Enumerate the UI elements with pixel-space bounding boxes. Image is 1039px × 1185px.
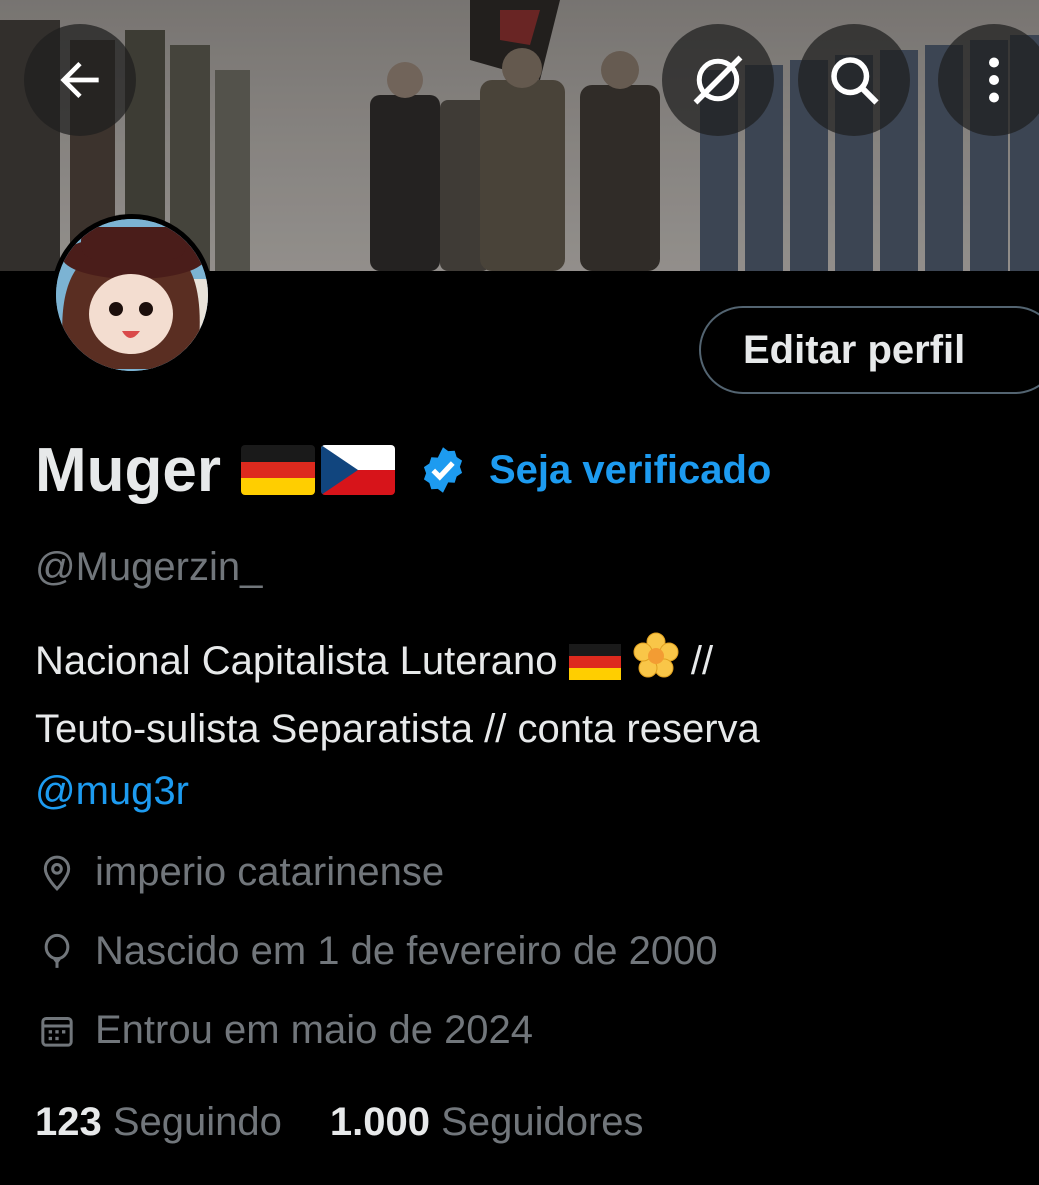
following-count: 123 [35, 1100, 102, 1144]
bio-line-1-text: Nacional Capitalista Luterano [35, 639, 558, 683]
location-pin-icon [35, 851, 79, 895]
search-icon [831, 57, 879, 105]
avatar[interactable] [51, 214, 213, 376]
bio-line-1-suffix: // [690, 639, 714, 683]
follow-stats: 123 Seguindo 1.000 Seguidores [35, 1100, 692, 1145]
joined-row: Entrou em maio de 2024 [35, 1008, 533, 1053]
profile-bio: Nacional Capitalista Luterano // Teuto-s… [35, 630, 1015, 822]
arrow-left-icon [60, 62, 99, 98]
more-vertical-icon [989, 57, 999, 103]
bio-mention-link[interactable]: @mug3r [35, 760, 1015, 822]
calendar-icon [35, 1009, 79, 1053]
followers-count: 1.000 [329, 1100, 431, 1144]
following-link[interactable]: 123 Seguindo [35, 1100, 282, 1145]
followers-link[interactable]: 1.000 Seguidores [330, 1100, 644, 1145]
edit-profile-label: Editar perfil [743, 327, 966, 372]
bio-line-1: Nacional Capitalista Luterano // [35, 630, 1015, 698]
back-button[interactable] [24, 24, 136, 136]
location-row: imperio catarinense [35, 850, 444, 895]
blossom-icon [632, 632, 680, 698]
bio-line-2: Teuto-sulista Separatista // conta reser… [35, 707, 760, 751]
followers-label: Seguidores [441, 1100, 644, 1144]
more-button[interactable] [938, 24, 1039, 136]
czech-flag-icon [321, 445, 395, 495]
grok-icon [693, 55, 743, 105]
birthday-row: Nascido em 1 de fevereiro de 2000 [35, 929, 718, 974]
profile-handle: @Mugerzin_ [35, 545, 263, 589]
edit-profile-button[interactable]: Editar perfil [699, 306, 1039, 394]
avatar-image [56, 219, 208, 371]
location-text: imperio catarinense [95, 850, 445, 894]
verified-badge-icon[interactable] [417, 444, 469, 496]
profile-name-row: Muger Seja verificado [35, 430, 771, 510]
birthday-text: Nascido em 1 de fevereiro de 2000 [95, 929, 718, 973]
germany-flag-icon [241, 445, 315, 495]
germany-flag-icon [568, 636, 621, 698]
get-verified-link[interactable]: Seja verificado [489, 448, 771, 493]
joined-text: Entrou em maio de 2024 [95, 1008, 534, 1052]
profile-name: Muger [35, 435, 221, 505]
balloon-icon [35, 930, 79, 974]
grok-button[interactable] [662, 24, 774, 136]
search-button[interactable] [798, 24, 910, 136]
following-label: Seguindo [112, 1100, 282, 1144]
